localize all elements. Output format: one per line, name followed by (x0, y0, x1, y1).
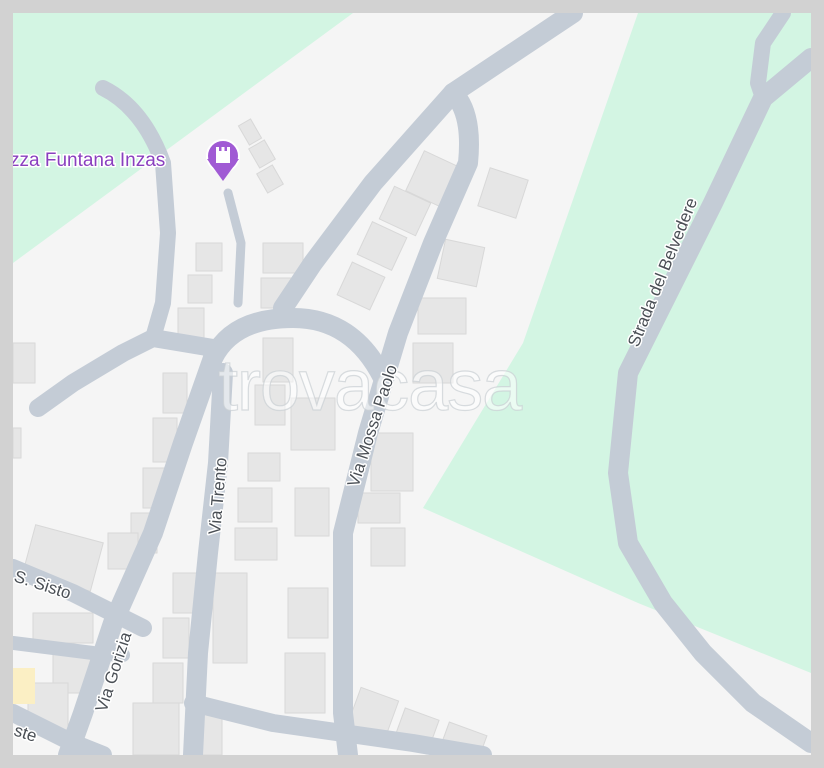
poi-label[interactable]: zza Funtana Inzas (13, 149, 167, 173)
building-highlight (13, 668, 35, 704)
map-canvas[interactable]: trovacasa zza Funtana Inzas Via Mossa Pa… (13, 13, 811, 755)
map-frame: trovacasa zza Funtana Inzas Via Mossa Pa… (0, 0, 824, 768)
map-viewport[interactable]: trovacasa zza Funtana Inzas Via Mossa Pa… (13, 13, 811, 755)
castle-icon (216, 147, 230, 163)
